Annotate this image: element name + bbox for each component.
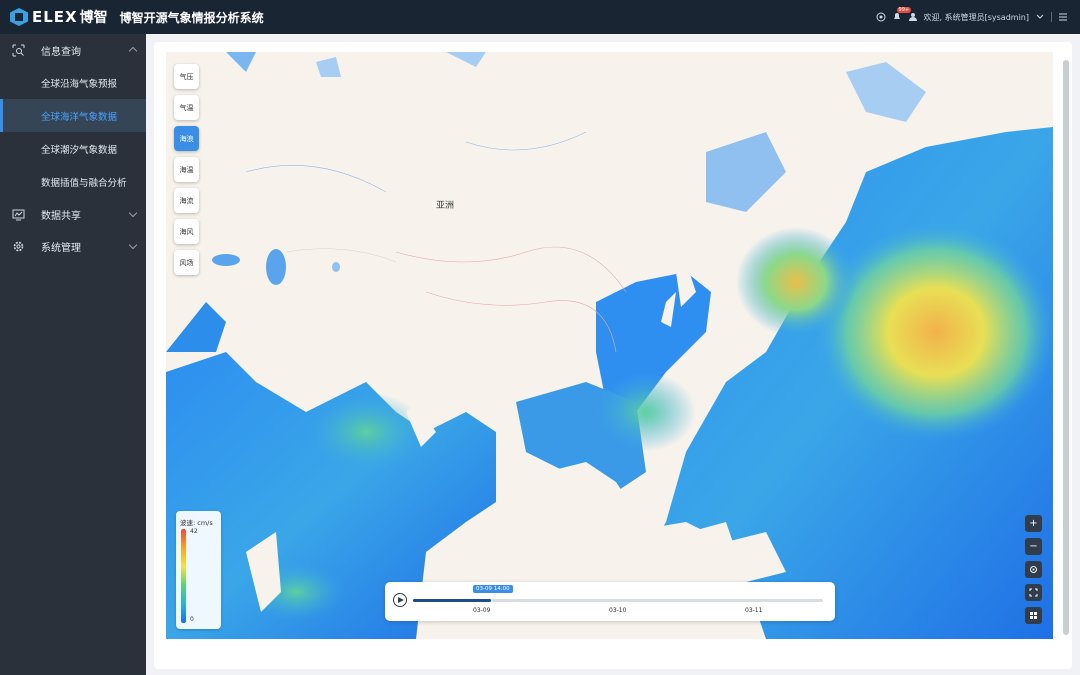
timeline-tick[interactable]: 03-09 [473, 607, 490, 614]
chart-monitor-icon [12, 209, 25, 220]
legend-min: 0 [190, 616, 194, 623]
layer-button-pressure[interactable]: 气压 [174, 64, 199, 89]
layer-button-waves[interactable]: 海浪 [174, 126, 199, 151]
menu-group-info-query[interactable]: 信息查询 [0, 34, 146, 66]
divider [1051, 12, 1052, 22]
layer-button-sea-wind[interactable]: 海风 [174, 219, 199, 244]
notification-bell[interactable]: 99+ [892, 7, 912, 23]
timeline-player: 03-09 14:00 03-09 03-10 03-11 [385, 582, 835, 621]
map-panel: 亚洲 气压 气温 海浪 海温 海流 海风 风场 波速: cm/s 42 0 + … [154, 42, 1072, 669]
sidebar-item-interpolation[interactable]: 数据插值与融合分析 [0, 165, 146, 198]
chevron-down-icon [128, 208, 138, 218]
scrollbar[interactable] [1063, 60, 1069, 635]
menu-group-label: 系统管理 [41, 242, 81, 254]
legend-title: 波速: cm/s [180, 519, 213, 527]
weather-map[interactable]: 亚洲 气压 气温 海浪 海温 海流 海风 风场 波速: cm/s 42 0 + … [166, 52, 1053, 639]
sidebar: 信息查询 全球沿海气象预报 全球海洋气象数据 全球潮汐气象数据 数据插值与融合分… [0, 34, 146, 675]
chevron-up-icon [128, 46, 138, 56]
main-content: 亚洲 气压 气温 海浪 海温 海流 海风 风场 波速: cm/s 42 0 + … [146, 34, 1080, 675]
sidebar-item-coastal-forecast[interactable]: 全球沿海气象预报 [0, 66, 146, 99]
sidebar-item-ocean-data[interactable]: 全球海洋气象数据 [0, 99, 146, 132]
map-canvas [166, 52, 1053, 639]
search-doc-icon [12, 44, 25, 56]
menu-group-system[interactable]: 系统管理 [0, 230, 146, 262]
continent-label: 亚洲 [436, 201, 455, 211]
color-legend: 波速: cm/s 42 0 [176, 511, 221, 629]
layer-button-current[interactable]: 海流 [174, 188, 199, 213]
legend-max: 42 [190, 528, 198, 535]
app-title: 博智开源气象情报分析系统 [119, 10, 264, 25]
zoom-in-icon[interactable]: + [1025, 515, 1042, 532]
sidebar-item-tide-data[interactable]: 全球潮汐气象数据 [0, 132, 146, 165]
timeline-tick[interactable]: 03-11 [745, 607, 762, 614]
logo-text: ELEX [32, 8, 78, 26]
fullscreen-icon[interactable] [1025, 584, 1042, 601]
legend-color-bar [181, 529, 186, 623]
chevron-down-icon [128, 240, 138, 250]
layer-switcher: 气压 气温 海浪 海温 海流 海风 风场 [174, 64, 199, 275]
grid-icon[interactable] [1025, 607, 1042, 624]
play-icon[interactable] [393, 593, 407, 607]
welcome-text[interactable]: 欢迎, 系统管理员[sysadmin] [924, 12, 1029, 23]
top-bar: ELEX 博智 博智开源气象情报分析系统 99+ 欢迎, 系统管理员[sysad… [0, 0, 1080, 34]
layer-button-wind-field[interactable]: 风场 [174, 250, 199, 275]
notification-badge: 99+ [896, 7, 912, 13]
menu-icon[interactable] [1058, 12, 1068, 22]
timeline-track[interactable] [413, 599, 823, 602]
logo-icon [10, 8, 28, 26]
logo: ELEX 博智 [10, 7, 108, 27]
logo-cn: 博智 [79, 10, 108, 26]
map-tools: + − [1025, 515, 1042, 624]
menu-group-data-share[interactable]: 数据共享 [0, 198, 146, 230]
locate-icon[interactable] [1025, 561, 1042, 578]
gear-icon [13, 241, 24, 251]
timeline-tick[interactable]: 03-10 [609, 607, 626, 614]
menu-group-label: 信息查询 [41, 46, 81, 58]
zoom-out-icon[interactable]: − [1025, 538, 1042, 555]
top-right-tools: 99+ 欢迎, 系统管理员[sysadmin] [876, 0, 1068, 34]
timeline-progress [413, 599, 491, 602]
layer-button-temperature[interactable]: 气温 [174, 95, 199, 120]
help-icon[interactable] [876, 12, 886, 22]
layer-button-sea-temp[interactable]: 海温 [174, 157, 199, 182]
current-time-tooltip: 03-09 14:00 [473, 585, 513, 593]
user-icon [908, 13, 917, 21]
menu-group-label: 数据共享 [41, 210, 81, 222]
chevron-down-icon[interactable] [1035, 12, 1045, 22]
